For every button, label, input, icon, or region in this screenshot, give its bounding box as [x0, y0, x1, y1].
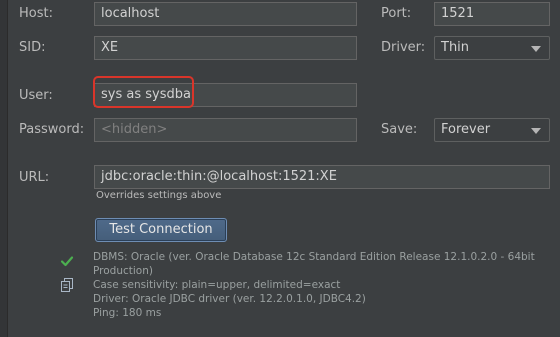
status-ping: Ping: 180 ms — [93, 307, 162, 319]
connection-status: DBMS: Oracle (ver. Oracle Database 12c S… — [93, 250, 543, 320]
host-input[interactable]: localhost — [94, 2, 357, 26]
chevron-down-icon — [531, 46, 541, 52]
status-dbms-line: DBMS: Oracle (ver. Oracle Database 12c S… — [93, 251, 535, 263]
url-label: URL: — [19, 170, 50, 185]
check-icon — [60, 256, 74, 267]
copy-icon[interactable] — [61, 278, 73, 292]
driver-select[interactable]: Thin — [434, 36, 550, 60]
port-input[interactable]: 1521 — [434, 2, 550, 26]
status-case-sensitivity: Case sensitivity: plain=upper, delimited… — [93, 279, 341, 291]
save-select[interactable]: Forever — [434, 118, 550, 142]
save-label: Save: — [381, 122, 418, 137]
status-driver: Driver: Oracle JDBC driver (ver. 12.2.0.… — [93, 293, 366, 305]
host-label: Host: — [19, 6, 53, 21]
password-label: Password: — [19, 122, 85, 137]
panel-edge — [0, 0, 8, 337]
url-input[interactable]: jdbc:oracle:thin:@localhost:1521:XE — [94, 165, 550, 189]
driver-select-value: Thin — [441, 40, 470, 55]
chevron-down-icon — [531, 128, 541, 134]
driver-label: Driver: — [381, 40, 426, 55]
user-label: User: — [19, 88, 53, 103]
sid-input[interactable]: XE — [94, 36, 357, 60]
test-connection-button[interactable]: Test Connection — [95, 218, 227, 242]
url-hint: Overrides settings above — [96, 190, 222, 201]
password-input[interactable]: <hidden> — [94, 118, 357, 142]
save-select-value: Forever — [441, 122, 491, 137]
port-label: Port: — [381, 6, 412, 21]
user-input-highlight — [93, 76, 194, 108]
status-dbms-line-cont: Production) — [93, 265, 153, 277]
sid-label: SID: — [19, 40, 46, 55]
